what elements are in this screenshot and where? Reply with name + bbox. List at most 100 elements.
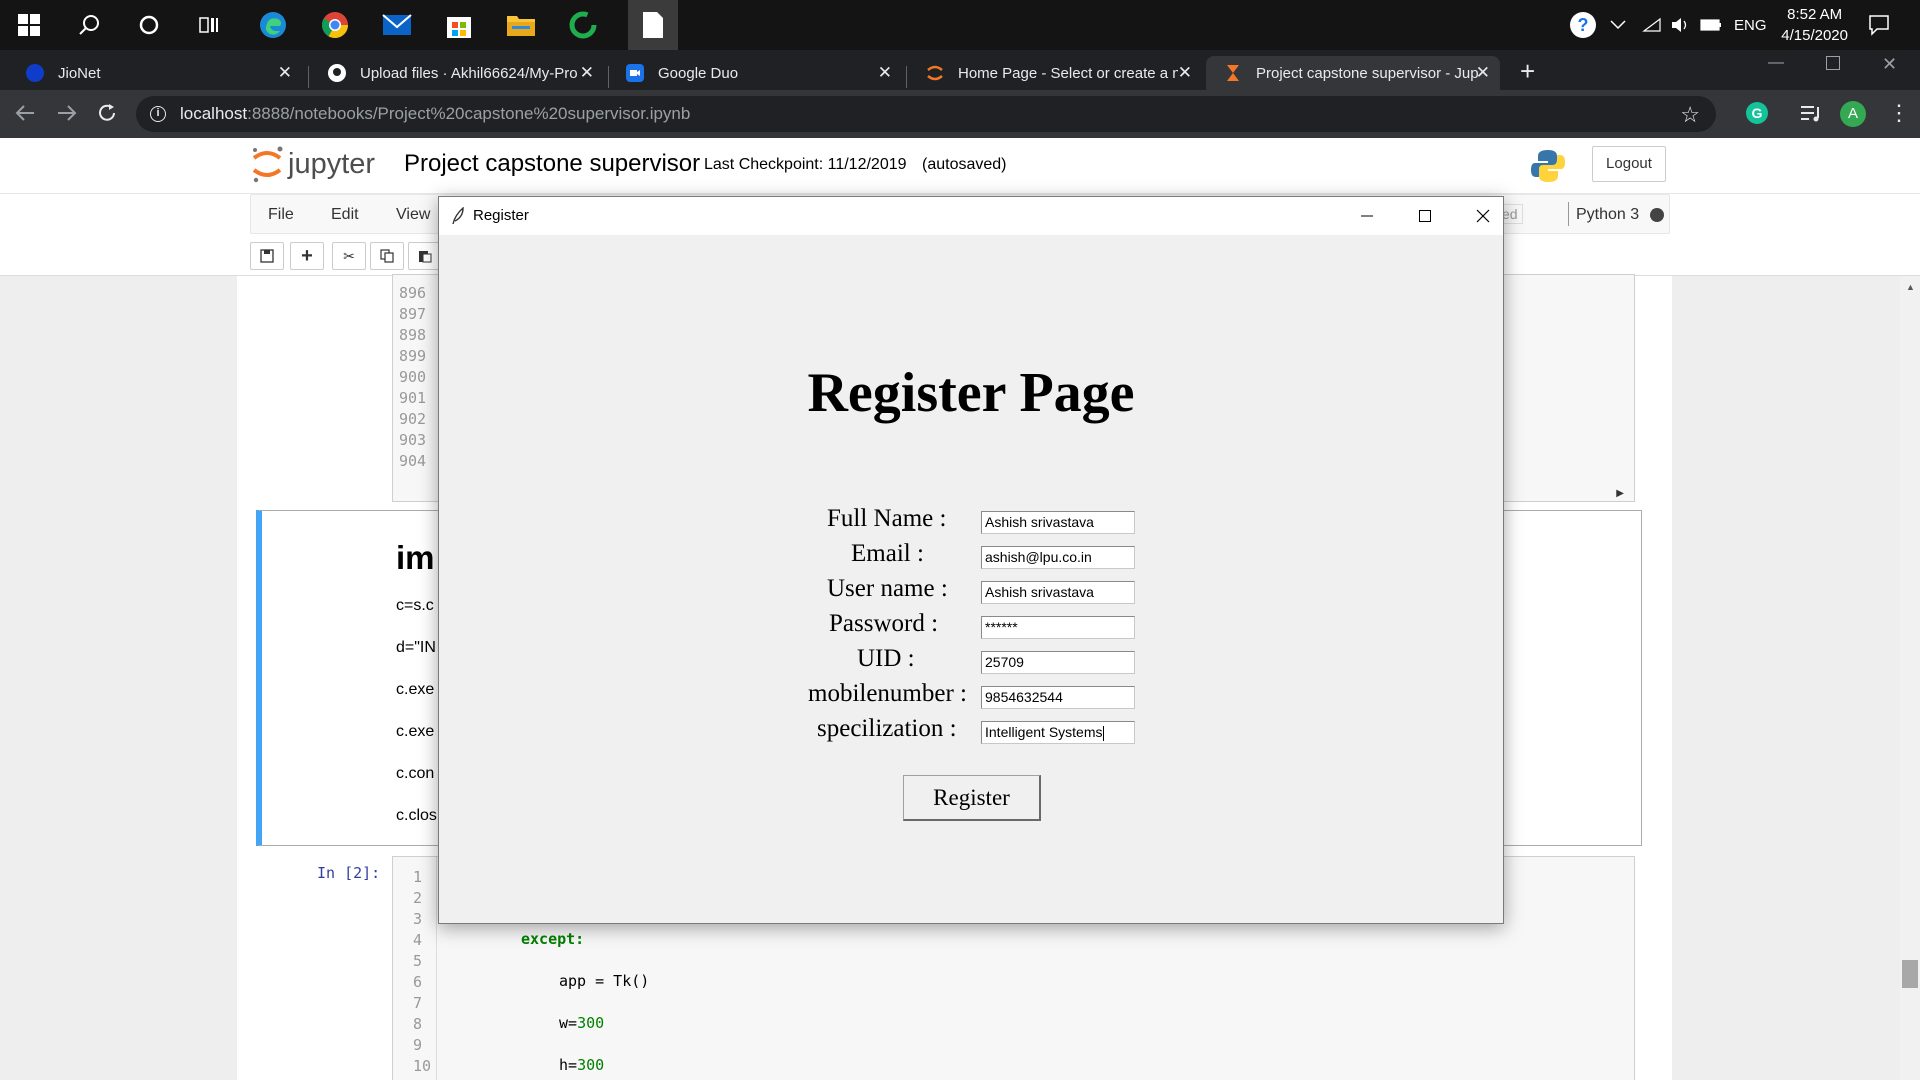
menu-view[interactable]: View [396,206,430,224]
register-button[interactable]: Register [903,775,1041,821]
specialization-field[interactable]: Intelligent Systems [981,721,1135,744]
app-ring-icon[interactable] [566,8,600,42]
user-name-field[interactable]: Ashish srivastava [981,581,1135,604]
new-tab-icon[interactable]: + [1520,56,1535,87]
store-icon[interactable] [442,8,476,42]
help-icon[interactable]: ? [1570,12,1596,38]
scroll-up-icon[interactable]: ▲ [1906,282,1915,292]
python-logo-icon [1530,148,1566,189]
notifications-icon[interactable] [1862,8,1896,42]
chevron-up-icon[interactable] [1610,20,1626,30]
scrollbar-thumb[interactable] [1902,960,1918,988]
uid-label: UID : [857,645,915,672]
dialog-maximize-button[interactable] [1405,203,1445,229]
tab-google-duo[interactable]: Google Duo ✕ [608,56,902,90]
info-icon[interactable]: i [150,106,166,122]
github-icon [328,64,346,82]
tab-project-capstone[interactable]: Project capstone supervisor - Jup ✕ [1206,56,1500,90]
dialog-minimize-button[interactable] [1347,203,1387,229]
uid-field[interactable]: 25709 [981,651,1135,674]
copy-icon [380,249,394,263]
url-host: localhost [180,104,248,123]
grammarly-icon[interactable]: G [1746,102,1768,124]
notebook-title[interactable]: Project capstone supervisor [404,150,700,178]
bookmark-star-icon[interactable]: ☆ [1680,102,1700,128]
scroll-right-icon[interactable]: ▶ [1616,488,1624,499]
password-label: Password : [829,610,939,637]
jio-icon [26,64,44,82]
copy-button[interactable] [370,242,404,270]
paste-icon [419,251,432,263]
markdown-line: c=s.c [396,597,434,614]
close-icon[interactable]: ✕ [878,63,892,83]
code-line: w=300 [559,1014,604,1032]
tab-jionet[interactable]: JioNet ✕ [8,56,302,90]
wifi-icon[interactable] [1642,17,1662,33]
page-scrollbar[interactable]: ▲ [1900,276,1920,1080]
logout-button[interactable]: Logout [1592,146,1666,182]
tab-label: JioNet [58,64,101,82]
code-number: 300 [577,1014,605,1032]
cell-prompt: In [2]: [317,864,381,882]
file-explorer-icon[interactable] [504,8,538,42]
edge-browser-icon[interactable] [256,8,290,42]
dialog-title: Register [473,207,529,224]
profile-avatar[interactable]: A [1840,101,1866,127]
close-icon[interactable]: ✕ [1476,63,1490,83]
chrome-icon[interactable] [318,8,352,42]
reload-icon[interactable] [96,102,118,129]
windows-start-icon[interactable] [12,8,46,42]
code-number: 300 [577,1056,605,1074]
battery-icon[interactable] [1700,19,1722,31]
menu-edit[interactable]: Edit [331,206,359,224]
search-icon[interactable] [72,8,106,42]
clock[interactable]: 8:52 AM 4/15/2020 [1781,4,1848,46]
close-window-icon[interactable]: ✕ [1882,54,1897,75]
language-indicator[interactable]: ENG [1734,0,1767,50]
specialization-value: Intelligent Systems [985,724,1103,740]
save-button[interactable] [250,242,284,270]
tab-jupyter-home[interactable]: Home Page - Select or create a n ✕ [908,56,1202,90]
close-icon[interactable]: ✕ [278,63,292,83]
paste-button[interactable] [408,242,442,270]
maximize-icon [1419,210,1431,222]
jupyter-logo[interactable]: jupyter [250,144,375,184]
media-control-icon[interactable] [1800,104,1822,127]
kernel-separator [1568,202,1569,226]
code-token: h= [559,1056,578,1074]
line-numbers: 1 2 3 4 5 6 7 8 9 10 [413,868,432,1075]
kernel-name: Python 3 [1576,206,1640,223]
duo-icon [626,64,644,82]
restore-window-icon[interactable] [1826,56,1840,70]
close-icon[interactable]: ✕ [1178,63,1192,83]
menu-file[interactable]: File [268,206,294,224]
user-name-label: User name : [827,575,948,602]
dialog-titlebar[interactable]: Register [439,197,1503,235]
notepad-icon[interactable] [636,8,670,42]
minimize-window-icon[interactable]: — [1768,54,1784,72]
tab-github[interactable]: Upload files · Akhil66624/My-Pro ✕ [310,56,604,90]
forward-icon[interactable] [56,102,78,129]
close-icon[interactable]: ✕ [580,63,594,83]
cortana-icon[interactable] [132,8,166,42]
volume-icon[interactable] [1670,17,1690,33]
back-icon[interactable] [14,102,36,129]
markdown-line: c.exe [396,681,435,698]
jupyter-favicon-icon [926,64,944,82]
insert-cell-button[interactable]: + [290,242,324,270]
dialog-close-button[interactable] [1463,203,1503,229]
password-field[interactable]: ****** [981,616,1135,639]
kebab-menu-icon[interactable]: ⋮ [1888,100,1910,126]
full-name-field[interactable]: Ashish srivastava [981,511,1135,534]
mail-icon[interactable] [380,8,414,42]
autosave-status: (autosaved) [922,156,1007,173]
address-bar[interactable]: i localhost:8888/notebooks/Project%20cap… [136,96,1716,132]
jupyter-logo-text: jupyter [288,147,376,180]
feather-icon [452,207,464,225]
markdown-line: c.exe [396,723,435,740]
task-view-icon[interactable] [192,8,226,42]
floppy-icon [260,249,274,263]
email-field[interactable]: ashish@lpu.co.in [981,546,1135,569]
cut-button[interactable]: ✂ [332,242,366,270]
mobile-number-field[interactable]: 9854632544 [981,686,1135,709]
